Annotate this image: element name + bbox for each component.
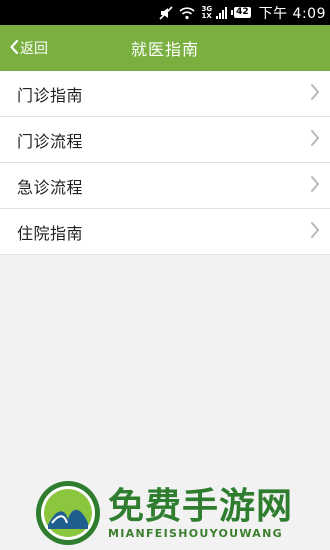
list-item-label: 住院指南 xyxy=(17,223,84,243)
wifi-icon xyxy=(179,6,196,20)
guide-menu-list: 门诊指南 门诊流程 急诊流程 住院指南 xyxy=(0,71,330,255)
watermark-title: 免费手游网 xyxy=(108,485,294,527)
signal-icon xyxy=(216,6,228,19)
watermark-text: 免费手游网 MIANFEISHOUYOUWANG xyxy=(108,485,294,540)
mute-icon xyxy=(159,5,174,20)
network-type: 3G 1X xyxy=(201,5,212,20)
network-type-bottom: 1X xyxy=(201,11,212,20)
chevron-right-icon xyxy=(310,175,320,197)
back-chevron-icon xyxy=(10,39,19,58)
chevron-right-icon xyxy=(310,83,320,105)
status-time: 下午 4:09 xyxy=(258,5,326,22)
title-bar: 返回 就医指南 xyxy=(0,25,330,71)
list-item-outpatient-guide[interactable]: 门诊指南 xyxy=(0,71,330,117)
page-title: 就医指南 xyxy=(130,40,199,59)
back-button[interactable]: 返回 xyxy=(10,25,48,71)
watermark-subtitle: MIANFEISHOUYOUWANG xyxy=(108,526,283,540)
list-item-outpatient-process[interactable]: 门诊流程 xyxy=(0,117,330,163)
battery-level: 42 xyxy=(236,7,249,17)
list-item-label: 急诊流程 xyxy=(17,177,84,197)
list-item-label: 门诊流程 xyxy=(17,131,84,151)
list-item-emergency-process[interactable]: 急诊流程 xyxy=(0,163,330,209)
watermark-logo xyxy=(36,481,100,545)
status-bar: 3G 1X 42 下午 4:09 xyxy=(0,0,330,25)
chevron-right-icon xyxy=(310,129,320,151)
battery-icon: 42 xyxy=(231,7,251,18)
chevron-right-icon xyxy=(310,221,320,243)
list-item-inpatient-guide[interactable]: 住院指南 xyxy=(0,209,330,255)
back-label: 返回 xyxy=(20,41,48,57)
watermark: 免费手游网 MIANFEISHOUYOUWANG xyxy=(34,476,330,550)
list-item-label: 门诊指南 xyxy=(17,85,84,105)
